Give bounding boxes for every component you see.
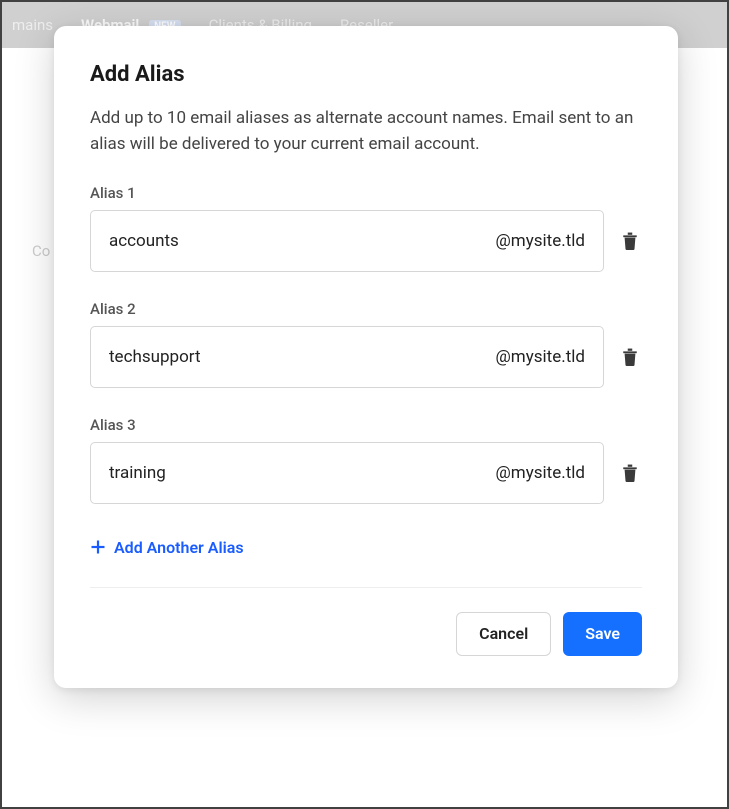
add-another-alias-button[interactable]: Add Another Alias	[90, 538, 244, 557]
alias-label: Alias 3	[90, 416, 642, 434]
plus-icon	[90, 539, 106, 555]
alias-input[interactable]	[109, 347, 496, 367]
alias-label: Alias 2	[90, 300, 642, 318]
alias-input[interactable]	[109, 463, 496, 483]
alias-row: @mysite.tld	[90, 326, 642, 388]
modal-description: Add up to 10 email aliases as alternate …	[90, 105, 642, 158]
alias-input-wrap[interactable]: @mysite.tld	[90, 210, 604, 272]
alias-row: @mysite.tld	[90, 210, 642, 272]
alias-block: Alias 3 @mysite.tld	[90, 416, 642, 504]
alias-domain-suffix: @mysite.tld	[496, 231, 585, 251]
alias-input-wrap[interactable]: @mysite.tld	[90, 442, 604, 504]
alias-row: @mysite.tld	[90, 442, 642, 504]
alias-label: Alias 1	[90, 184, 642, 202]
trash-icon	[622, 464, 638, 482]
delete-alias-button[interactable]	[618, 464, 642, 482]
cancel-button[interactable]: Cancel	[456, 612, 551, 656]
trash-icon	[622, 348, 638, 366]
alias-block: Alias 1 @mysite.tld	[90, 184, 642, 272]
trash-icon	[622, 232, 638, 250]
save-button[interactable]: Save	[563, 612, 642, 656]
modal-footer: Cancel Save	[90, 612, 642, 656]
alias-domain-suffix: @mysite.tld	[496, 463, 585, 483]
add-another-label: Add Another Alias	[114, 538, 244, 557]
alias-block: Alias 2 @mysite.tld	[90, 300, 642, 388]
alias-input[interactable]	[109, 231, 496, 251]
add-alias-modal: Add Alias Add up to 10 email aliases as …	[54, 26, 678, 688]
alias-input-wrap[interactable]: @mysite.tld	[90, 326, 604, 388]
modal-title: Add Alias	[90, 62, 642, 87]
delete-alias-button[interactable]	[618, 348, 642, 366]
modal-divider	[90, 587, 642, 588]
delete-alias-button[interactable]	[618, 232, 642, 250]
alias-domain-suffix: @mysite.tld	[496, 347, 585, 367]
